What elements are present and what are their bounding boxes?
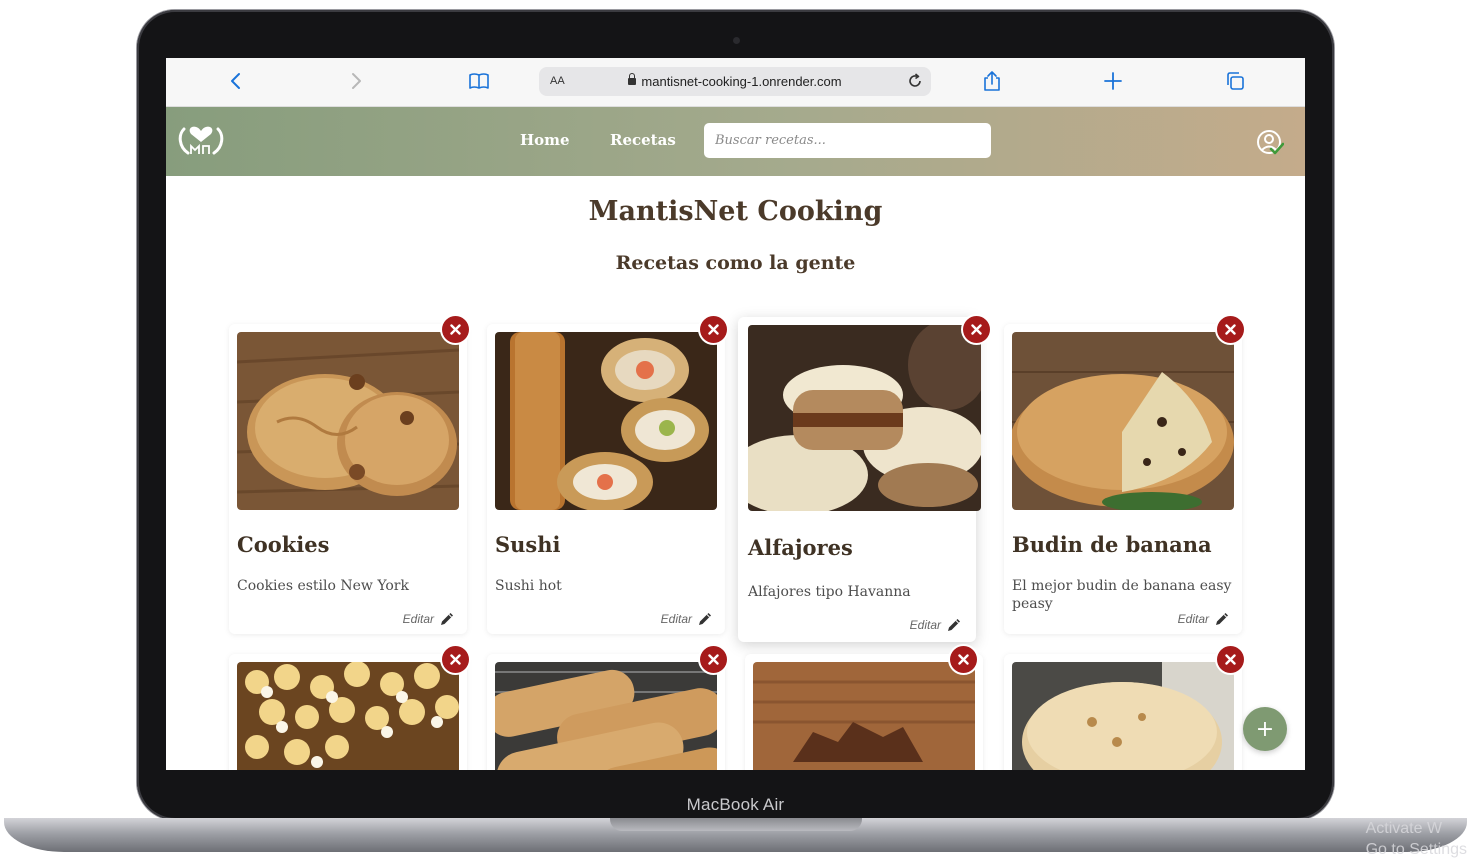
recipe-card[interactable] [745, 646, 983, 770]
camera-icon [733, 37, 740, 44]
pencil-icon [948, 619, 960, 631]
delete-button[interactable] [1217, 316, 1244, 343]
edit-label: Editar [1177, 612, 1209, 626]
watermark-line-1: Activate W [1365, 820, 1443, 837]
pencil-icon [699, 613, 711, 625]
delete-button[interactable] [700, 316, 727, 343]
recipe-card-budin-de-banana[interactable]: Budin de banana El mejor budin de banana… [1004, 316, 1244, 634]
nav-recetas-link[interactable]: Recetas [610, 131, 676, 149]
edit-button[interactable]: Editar [661, 611, 713, 627]
tabs-icon[interactable] [1222, 68, 1248, 94]
add-recipe-button[interactable]: + [1243, 707, 1287, 751]
delete-button[interactable] [442, 646, 469, 673]
recipe-title[interactable]: Alfajores [748, 535, 853, 560]
recipe-card[interactable] [487, 646, 727, 770]
delete-button[interactable] [442, 316, 469, 343]
recipe-image [1012, 662, 1234, 770]
recipe-card-alfajores[interactable]: Alfajores Alfajores tipo Havanna Editar [738, 316, 990, 642]
recipe-description: Sushi hot [495, 578, 562, 594]
close-icon [971, 324, 982, 335]
user-verified-icon[interactable] [1256, 129, 1284, 157]
recipe-image [495, 662, 717, 770]
url-text: mantisnet-cooking-1.onrender.com [641, 74, 842, 89]
nav-home-link[interactable]: Home [520, 131, 570, 149]
delete-button[interactable] [1217, 646, 1244, 673]
recipe-image [495, 332, 717, 510]
edit-label: Editar [402, 612, 434, 626]
edit-button[interactable]: Editar [910, 617, 962, 633]
back-icon[interactable] [223, 68, 249, 94]
lock-icon [628, 73, 637, 85]
pencil-icon [1216, 613, 1228, 625]
recipe-card[interactable] [1004, 646, 1244, 770]
laptop-notch [610, 818, 862, 831]
page-subtitle: Recetas como la gente [615, 252, 856, 274]
search-input[interactable] [704, 123, 991, 158]
recipe-image [748, 325, 981, 511]
new-tab-icon[interactable] [1100, 68, 1126, 94]
share-icon[interactable] [979, 68, 1005, 94]
recipe-card-sushi[interactable]: Sushi Sushi hot Editar [487, 316, 727, 634]
recipe-description: Alfajores tipo Havanna [748, 584, 911, 600]
close-icon [1225, 654, 1236, 665]
recipe-description: Cookies estilo New York [237, 578, 409, 594]
app-navbar: Home Recetas [166, 107, 1305, 176]
recipe-card[interactable] [229, 646, 469, 770]
forward-icon[interactable] [343, 68, 369, 94]
delete-button[interactable] [950, 646, 977, 673]
os-activation-watermark: Activate W Go to Settings [1366, 818, 1467, 860]
edit-button[interactable]: Editar [403, 611, 455, 627]
edit-button[interactable]: Editar [1178, 611, 1230, 627]
browser-toolbar: AA mantisnet-cooking-1.onrender.com [166, 58, 1305, 107]
reload-icon[interactable] [905, 71, 925, 91]
close-icon [450, 654, 461, 665]
browser-screen: AA mantisnet-cooking-1.onrender.com Home… [166, 58, 1305, 770]
recipe-image [753, 662, 975, 770]
recipe-image [1012, 332, 1234, 510]
close-icon [1225, 324, 1236, 335]
watermark-line-2: Go to Settings [1365, 841, 1467, 858]
edit-label: Editar [660, 612, 692, 626]
pencil-icon [441, 613, 453, 625]
device-label: MacBook Air [686, 795, 785, 814]
page-title: MantisNet Cooking [588, 196, 883, 227]
recipe-image [237, 662, 459, 770]
close-icon [958, 654, 969, 665]
delete-button[interactable] [963, 316, 990, 343]
recipe-card-cookies[interactable]: Cookies Cookies estilo New York Editar [229, 316, 469, 634]
close-icon [450, 324, 461, 335]
recipe-image [237, 332, 459, 510]
recipe-title[interactable]: Budin de banana [1012, 532, 1212, 557]
recipe-title[interactable]: Cookies [237, 532, 329, 557]
recipe-description: El mejor budin de banana easy peasy [1012, 578, 1232, 612]
close-icon [708, 654, 719, 665]
address-bar[interactable]: AA mantisnet-cooking-1.onrender.com [539, 67, 931, 96]
close-icon [708, 324, 719, 335]
logo-icon[interactable] [178, 123, 224, 159]
bookmarks-icon[interactable] [466, 68, 492, 94]
recipe-title[interactable]: Sushi [495, 532, 561, 557]
edit-label: Editar [909, 618, 941, 632]
delete-button[interactable] [700, 646, 727, 673]
